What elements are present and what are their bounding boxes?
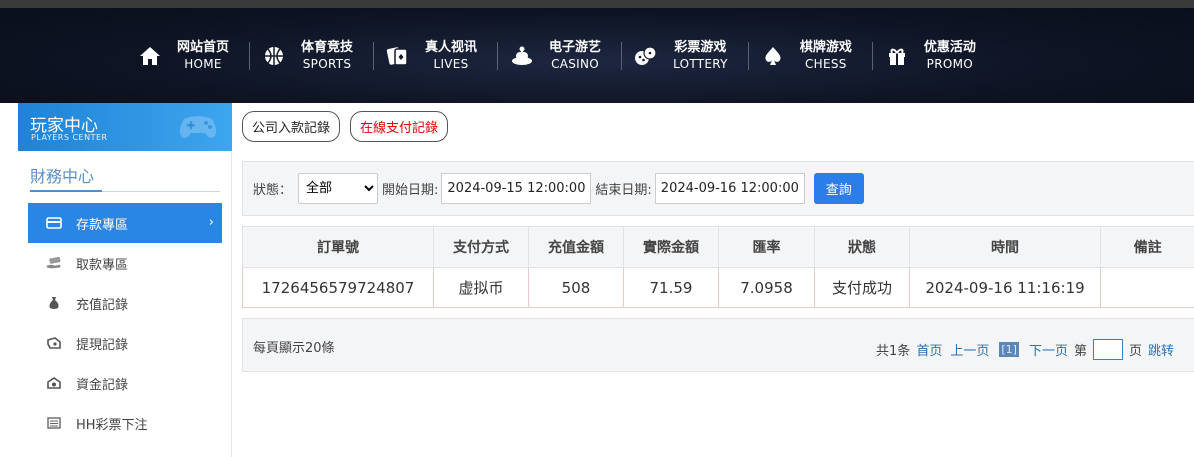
page-suffix: 页 <box>1128 344 1142 359</box>
page-prefix: 第 <box>1073 344 1087 359</box>
sidebar-item-label: 充值記錄 <box>76 297 129 313</box>
col-rate: 匯率 <box>718 226 815 268</box>
col-status: 狀態 <box>814 226 910 268</box>
sidebar-item-deposit[interactable]: 存款專區 › <box>28 203 222 243</box>
end-date-input[interactable] <box>654 173 805 204</box>
tab-company-deposit[interactable]: 公司入款記錄 <box>242 111 341 142</box>
nav-label: 彩票游戏 <box>674 40 727 55</box>
players-center-header: 玩家中心 PLAYERS CENTER <box>18 103 232 151</box>
jump-link[interactable]: 跳转 <box>1148 340 1174 359</box>
start-date-input[interactable] <box>441 173 592 204</box>
cell-time: 2024-09-16 11:16:19 <box>909 267 1101 308</box>
money-bag-icon <box>46 295 62 311</box>
cell-remark <box>1100 267 1194 308</box>
col-order-no: 訂單號 <box>242 226 434 268</box>
sidebar-item-hh-lottery[interactable]: HH彩票下注 <box>28 403 222 443</box>
cell-status: 支付成功 <box>814 267 910 308</box>
cash-hand-icon <box>46 255 62 271</box>
gamepad-icon <box>176 109 220 147</box>
main-nav: 网站首页 HOME 体育竞技 SPORTS 真人视讯 LIVES 电子游艺 CASINO… <box>125 38 996 74</box>
nav-sublabel: PROMO <box>926 57 973 71</box>
start-date-label: 開始日期: <box>382 183 439 198</box>
sidebar-item-label: 取款專區 <box>76 257 129 273</box>
sidebar-item-recharge-record[interactable]: 充值記錄 <box>28 283 222 323</box>
status-select[interactable]: 全部 <box>298 173 379 204</box>
record-tabs: 公司入款記錄 在線支付記錄 <box>242 111 449 142</box>
col-actual-amount: 實際金額 <box>623 226 719 268</box>
nav-label: 真人视讯 <box>425 40 478 55</box>
tab-online-payment[interactable]: 在線支付記錄 <box>350 111 449 142</box>
chevron-right-icon: › <box>208 215 214 230</box>
nav-sublabel: HOME <box>184 57 222 71</box>
nav-promo[interactable]: 优惠活动 PROMO <box>871 38 996 74</box>
nav-label: 网站首页 <box>177 40 230 55</box>
section-divider <box>30 190 220 192</box>
page-number-input[interactable] <box>1092 339 1123 360</box>
gift-icon <box>884 43 910 69</box>
prev-page-link[interactable]: 上一页 <box>950 340 989 359</box>
cell-order-no: 1726456579724807 <box>242 267 434 308</box>
list-icon <box>46 415 62 431</box>
nav-sublabel: LIVES <box>433 57 469 71</box>
nav-home[interactable]: 网站首页 HOME <box>125 38 249 74</box>
fund-icon <box>46 375 62 391</box>
table-header-row: 訂單號 支付方式 充值金額 實際金額 匯率 狀態 時間 備註 <box>242 226 1194 268</box>
nav-lottery[interactable]: 彩票游戏 LOTTERY <box>621 38 748 74</box>
spade-icon <box>760 43 786 69</box>
nav-label: 体育竞技 <box>301 40 354 55</box>
sidebar-item-label: 資金記錄 <box>76 377 129 393</box>
nav-label: 电子游艺 <box>549 40 602 55</box>
col-recharge-amount: 充值金額 <box>528 226 624 268</box>
filter-bar: 狀態： 全部 開始日期: 結束日期: 查詢 <box>242 161 1194 216</box>
nav-label: 棋牌游戏 <box>799 40 852 55</box>
cards-icon <box>385 43 411 69</box>
cell-actual-amount: 71.59 <box>623 267 719 308</box>
dice-icon <box>633 43 659 69</box>
cell-pay-method: 虚拟币 <box>433 267 529 308</box>
sidebar-item-label: HH彩票下注 <box>76 417 148 433</box>
nav-sublabel: CHESS <box>804 57 847 71</box>
next-page-link[interactable]: 下一页 <box>1029 340 1068 359</box>
col-pay-method: 支付方式 <box>433 226 529 268</box>
current-page: [1] <box>999 342 1019 357</box>
nav-casino[interactable]: 电子游艺 CASINO <box>497 38 621 74</box>
total-count: 共1条 <box>876 344 911 359</box>
col-remark: 備註 <box>1100 226 1194 268</box>
nav-chess[interactable]: 棋牌游戏 CHESS <box>747 38 872 74</box>
cell-rate: 7.0958 <box>718 267 815 308</box>
status-label: 狀態： <box>253 183 293 198</box>
basketball-icon <box>261 43 287 69</box>
top-strip <box>0 0 1194 8</box>
col-time: 時間 <box>909 226 1101 268</box>
query-button[interactable]: 查詢 <box>813 173 864 204</box>
nav-sublabel: LOTTERY <box>673 57 728 71</box>
nav-sports[interactable]: 体育竞技 SPORTS <box>249 38 373 74</box>
home-icon <box>137 43 163 69</box>
sidebar-menu: 存款專區 › 取款專區 充值記錄 提現記錄 資金記錄 HH彩票下注 <box>28 203 222 443</box>
withdraw-icon <box>46 335 62 351</box>
records-table: 訂單號 支付方式 充值金額 實際金額 匯率 狀態 時間 備註 172645657… <box>242 226 1194 308</box>
first-page-link[interactable]: 首页 <box>916 340 942 359</box>
nav-sublabel: CASINO <box>551 57 600 71</box>
sidebar-item-withdraw[interactable]: 取款專區 <box>28 243 222 283</box>
pagination: 共1条 首页 上一页 [1] 下一页 第 页 跳转 <box>874 339 1178 360</box>
sidebar-item-label: 提現記錄 <box>76 337 129 353</box>
table-row: 1726456579724807 虚拟币 508 71.59 7.0958 支付… <box>242 267 1194 308</box>
sidebar: 玩家中心 PLAYERS CENTER 財務中心 存款專區 › 取款專區 充值記… <box>18 103 232 457</box>
nav-label: 优惠活动 <box>923 40 976 55</box>
pagination-bar: 每頁顯示20條 共1条 首页 上一页 [1] 下一页 第 页 跳转 <box>242 318 1194 372</box>
cell-recharge-amount: 508 <box>528 267 624 308</box>
sidebar-item-label: 存款專區 <box>76 217 129 233</box>
sidebar-item-withdraw-record[interactable]: 提現記錄 <box>28 323 222 363</box>
slot-machine-icon <box>509 43 535 69</box>
players-center-subtitle: PLAYERS CENTER <box>31 133 108 142</box>
top-banner: 网站首页 HOME 体育竞技 SPORTS 真人视讯 LIVES 电子游艺 CASINO… <box>0 0 1194 103</box>
sidebar-item-fund-record[interactable]: 資金記錄 <box>28 363 222 403</box>
end-date-label: 結束日期: <box>595 183 652 198</box>
card-icon <box>46 215 62 231</box>
per-page-text: 每頁顯示20條 <box>253 341 335 356</box>
nav-sublabel: SPORTS <box>302 57 352 71</box>
nav-lives[interactable]: 真人视讯 LIVES <box>373 38 497 74</box>
finance-center-title: 財務中心 <box>30 167 95 186</box>
